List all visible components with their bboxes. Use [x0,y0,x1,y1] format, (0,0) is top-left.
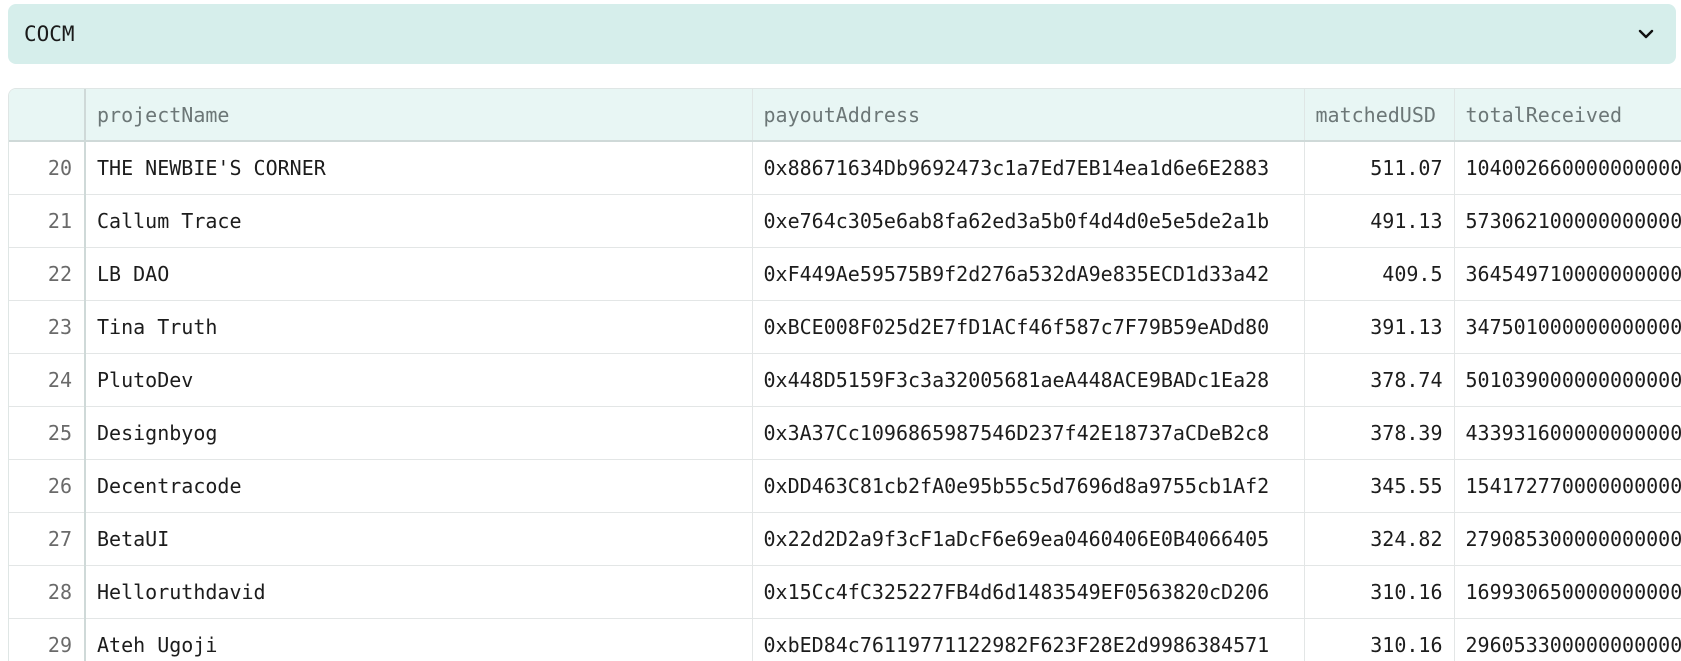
row-index-cell: 24 [9,353,86,407]
table-row: 23 Tina Truth 0xBCE008F025d2E7fD1ACf46f5… [9,300,1681,354]
row-index-cell: 23 [9,300,86,354]
total-received-cell: 5730621000000000000 [1454,194,1681,248]
results-table: projectName payoutAddress matchedUSD tot… [9,89,1681,661]
total-received-cell: 2960533000000000000 [1454,618,1681,661]
row-index-cell: 28 [9,565,86,619]
table-row: 24 PlutoDev 0x448D5159F3c3a32005681aeA44… [9,353,1681,407]
payout-address-cell: 0x3A37Cc1096865987546D237f42E18737aCDeB2… [752,406,1305,460]
project-name-cell: Designbyog [85,406,753,460]
payout-address-cell: 0x15Cc4fC325227FB4d6d1483549EF0563820cD2… [752,565,1305,619]
matched-usd-cell: 378.74 [1304,353,1455,407]
project-name-cell: LB DAO [85,247,753,301]
column-header-project-name[interactable]: projectName [85,89,753,142]
project-name-cell: Ateh Ugoji [85,618,753,661]
project-name-cell: BetaUI [85,512,753,566]
payout-address-cell: 0xe764c305e6ab8fa62ed3a5b0f4d4d0e5e5de2a… [752,194,1305,248]
total-received-cell: 1699306500000000002 [1454,565,1681,619]
matched-usd-cell: 310.16 [1304,618,1455,661]
row-index-cell: 25 [9,406,86,460]
matched-usd-cell: 345.55 [1304,459,1455,513]
total-received-cell: 3645497100000000000 [1454,247,1681,301]
total-received-cell: 1541727700000000002 [1454,459,1681,513]
total-received-cell: 2790853000000000000 [1454,512,1681,566]
table-row: 21 Callum Trace 0xe764c305e6ab8fa62ed3a5… [9,194,1681,248]
project-name-cell: PlutoDev [85,353,753,407]
matched-usd-cell: 378.39 [1304,406,1455,460]
payout-address-cell: 0xF449Ae59575B9f2d276a532dA9e835ECD1d33a… [752,247,1305,301]
payout-address-cell: 0x88671634Db9692473c1a7Ed7EB14ea1d6e6E28… [752,141,1305,195]
row-index-cell: 21 [9,194,86,248]
matched-usd-cell: 491.13 [1304,194,1455,248]
payout-address-cell: 0xBCE008F025d2E7fD1ACf46f587c7F79B59eADd… [752,300,1305,354]
matched-usd-cell: 324.82 [1304,512,1455,566]
table-row: 29 Ateh Ugoji 0xbED84c76119771122982F623… [9,618,1681,661]
round-selector-dropdown[interactable]: COCM [8,4,1676,64]
table-header-row: projectName payoutAddress matchedUSD tot… [9,89,1681,142]
column-header-index[interactable] [9,89,86,142]
table-row: 26 Decentracode 0xDD463C81cb2fA0e95b55c5… [9,459,1681,513]
column-header-payout-address[interactable]: payoutAddress [752,89,1305,142]
row-index-cell: 29 [9,618,86,661]
matched-usd-cell: 391.13 [1304,300,1455,354]
row-index-cell: 27 [9,512,86,566]
payout-address-cell: 0x448D5159F3c3a32005681aeA448ACE9BADc1Ea… [752,353,1305,407]
results-table-container[interactable]: projectName payoutAddress matchedUSD tot… [8,88,1681,661]
column-header-matched-usd[interactable]: matchedUSD [1304,89,1455,142]
table-row: 25 Designbyog 0x3A37Cc1096865987546D237f… [9,406,1681,460]
column-header-total-received[interactable]: totalReceived [1454,89,1681,142]
payout-address-cell: 0x22d2D2a9f3cF1aDcF6e69ea0460406E0B40664… [752,512,1305,566]
project-name-cell: Tina Truth [85,300,753,354]
matched-usd-cell: 310.16 [1304,565,1455,619]
table-row: 28 Helloruthdavid 0x15Cc4fC325227FB4d6d1… [9,565,1681,619]
row-index-cell: 22 [9,247,86,301]
total-received-cell: 5010390000000000000 [1454,353,1681,407]
table-row: 20 THE NEWBIE'S CORNER 0x88671634Db96924… [9,141,1681,195]
total-received-cell: 3475010000000000004 [1454,300,1681,354]
project-name-cell: Callum Trace [85,194,753,248]
matched-usd-cell: 409.5 [1304,247,1455,301]
row-index-cell: 20 [9,141,86,195]
project-name-cell: Helloruthdavid [85,565,753,619]
matched-usd-cell: 511.07 [1304,141,1455,195]
total-received-cell: 4339316000000000000 [1454,406,1681,460]
total-received-cell: 1040026600000000000 [1454,141,1681,195]
chevron-down-icon[interactable] [1636,24,1656,44]
table-row: 27 BetaUI 0x22d2D2a9f3cF1aDcF6e69ea04604… [9,512,1681,566]
table-row: 22 LB DAO 0xF449Ae59575B9f2d276a532dA9e8… [9,247,1681,301]
project-name-cell: THE NEWBIE'S CORNER [85,141,753,195]
round-selector-value: COCM [24,22,75,46]
payout-address-cell: 0xDD463C81cb2fA0e95b55c5d7696d8a9755cb1A… [752,459,1305,513]
row-index-cell: 26 [9,459,86,513]
project-name-cell: Decentracode [85,459,753,513]
payout-address-cell: 0xbED84c76119771122982F623F28E2d99863845… [752,618,1305,661]
